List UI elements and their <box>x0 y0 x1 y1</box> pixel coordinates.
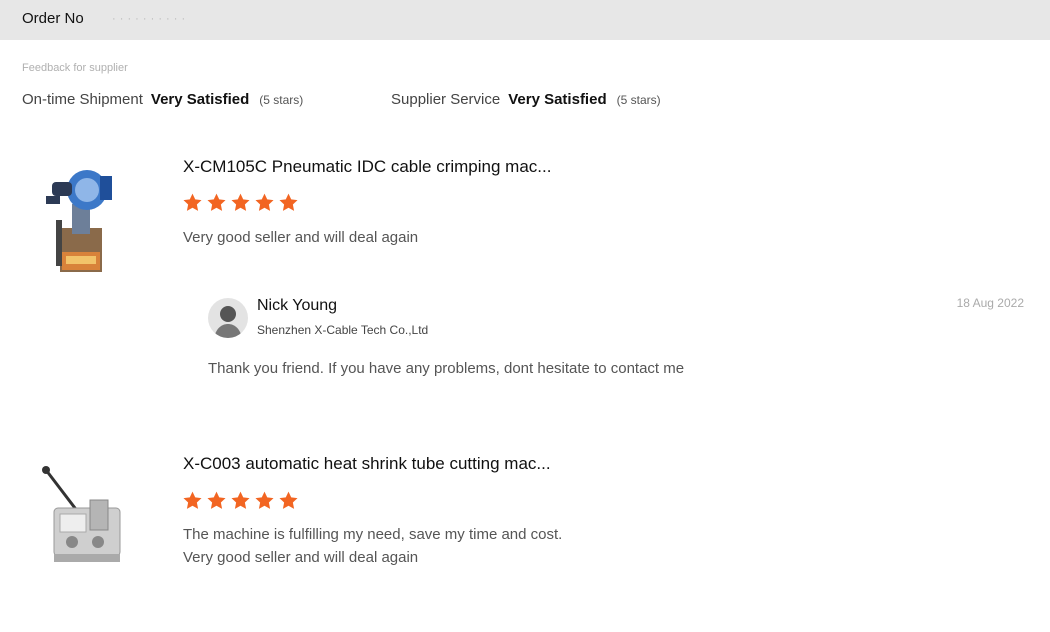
shipment-rating: On-time Shipment Very Satisfied (5 stars… <box>22 91 303 108</box>
service-rating: Supplier Service Very Satisfied (5 stars… <box>391 91 661 108</box>
product-title[interactable]: X-C003 automatic heat shrink tube cuttin… <box>183 454 551 474</box>
product-rating-stars <box>182 192 299 213</box>
order-number-value: · · · · · · · · · · <box>112 13 186 25</box>
review-text: Very good seller and will deal again <box>183 549 419 566</box>
review-text: Very good seller and will deal again <box>183 229 419 246</box>
shipment-rating-value: Very Satisfied <box>150 91 250 108</box>
star-icon <box>183 193 202 211</box>
order-number-label: Order No <box>22 10 84 27</box>
user-avatar-icon <box>214 306 242 338</box>
avatar <box>208 298 248 338</box>
star-icon <box>279 491 298 509</box>
star-icon <box>183 491 202 509</box>
reply-author-name: Nick Young <box>257 297 338 314</box>
star-icon <box>255 491 274 509</box>
review-text: The machine is fulfilling my need, save … <box>183 526 563 543</box>
shipment-rating-label: On-time Shipment <box>22 91 143 108</box>
star-icon <box>279 193 298 211</box>
shipment-rating-stars: (5 stars) <box>259 93 304 107</box>
reply-date: 18 Aug 2022 <box>956 296 1024 310</box>
reply-author-company: Shenzhen X-Cable Tech Co.,Ltd <box>257 323 429 337</box>
crimping-machine-icon <box>46 170 112 272</box>
feedback-heading: Feedback for supplier <box>22 62 128 74</box>
reply-text: Thank you friend. If you have any proble… <box>208 360 685 377</box>
star-icon <box>231 491 250 509</box>
product-rating-stars <box>182 490 299 511</box>
star-icon <box>207 491 226 509</box>
star-icon <box>207 193 226 211</box>
product-image-tube-cutting-machine[interactable] <box>32 458 132 578</box>
service-rating-stars: (5 stars) <box>616 93 661 107</box>
product-image-crimping-machine[interactable] <box>32 160 132 280</box>
service-rating-label: Supplier Service <box>391 91 501 108</box>
star-icon <box>255 193 274 211</box>
star-icon <box>231 193 250 211</box>
order-header-bar: Order No · · · · · · · · · · <box>0 0 1050 40</box>
service-rating-value: Very Satisfied <box>508 91 607 108</box>
tube-cutting-machine-icon <box>42 466 121 562</box>
product-title[interactable]: X-CM105C Pneumatic IDC cable crimping ma… <box>183 157 551 177</box>
